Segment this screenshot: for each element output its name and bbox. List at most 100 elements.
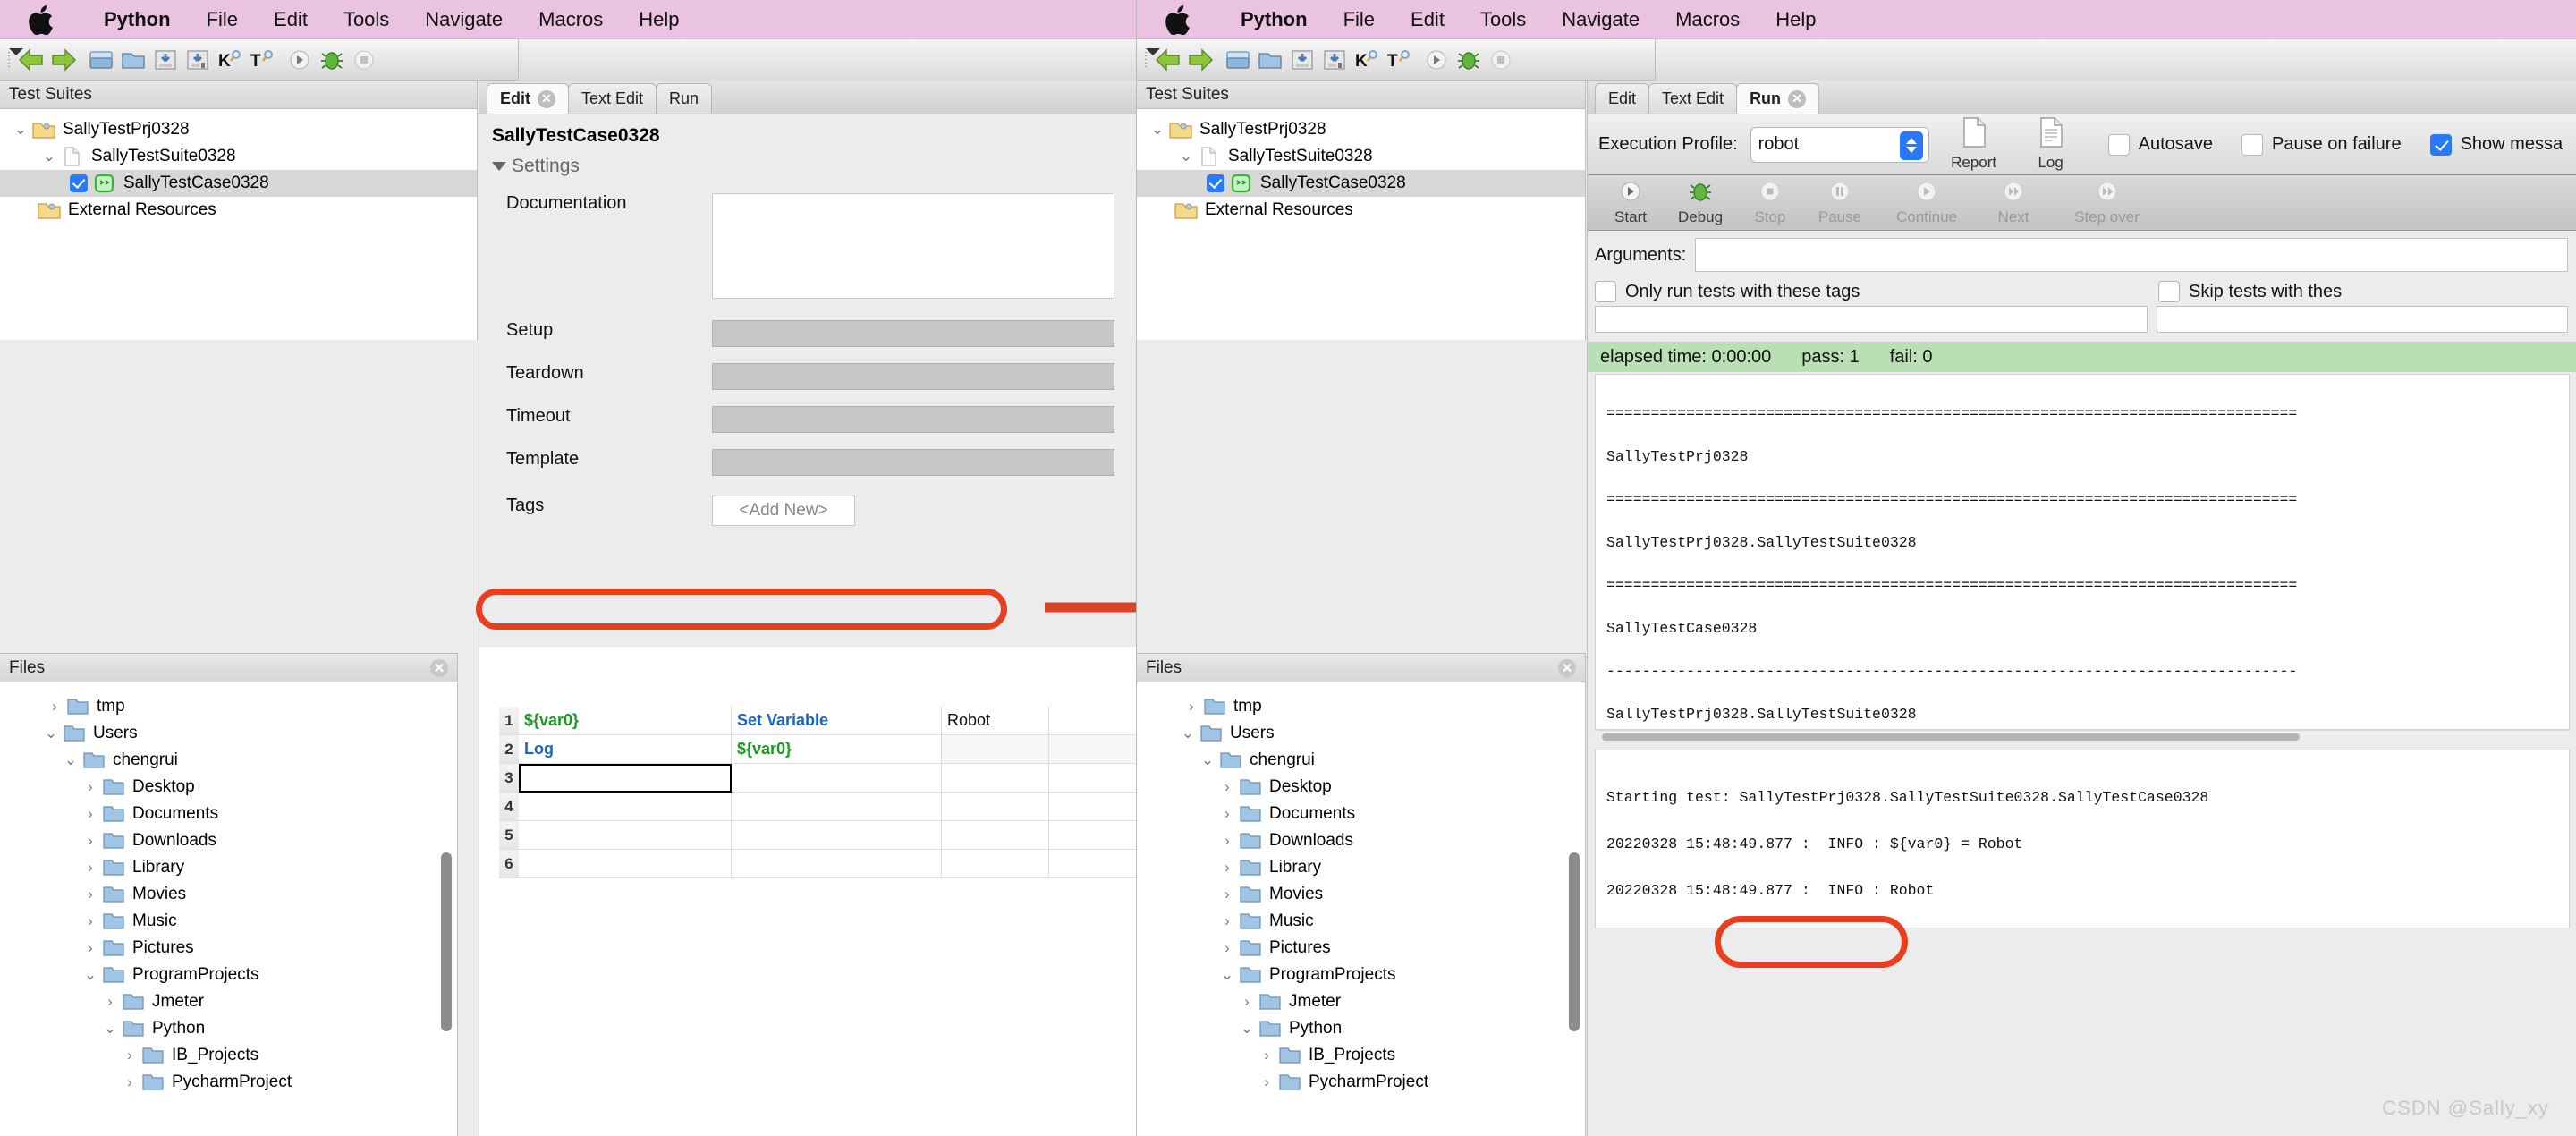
files-node-movies[interactable]: › Movies	[1137, 881, 1585, 908]
menu-item-macros[interactable]: Macros	[521, 0, 621, 39]
menu-item-tools[interactable]: Tools	[1462, 0, 1544, 39]
files-node-music[interactable]: › Music	[0, 908, 457, 935]
grid-cell[interactable]	[519, 850, 732, 878]
console-output[interactable]: ========================================…	[1595, 374, 2570, 730]
chevron-right-icon[interactable]: ›	[79, 886, 102, 903]
toolbar-grip[interactable]	[1142, 47, 1160, 73]
menu-item-help[interactable]: Help	[1758, 0, 1834, 39]
grid-cell[interactable]	[1049, 793, 1136, 821]
menu-item-file[interactable]: File	[1326, 0, 1393, 39]
chevron-right-icon[interactable]: ›	[1216, 778, 1239, 796]
menu-item-python[interactable]: Python	[86, 0, 189, 39]
files-node-pycharmproject[interactable]: › PycharmProject	[0, 1069, 457, 1096]
tab-edit[interactable]: Edit	[1595, 83, 1650, 114]
grid-cell[interactable]	[1049, 764, 1136, 793]
template-input[interactable]	[712, 449, 1114, 476]
start-button[interactable]: Start	[1598, 180, 1663, 226]
chevron-right-icon[interactable]: ›	[98, 993, 122, 1011]
files-node-library[interactable]: › Library	[1137, 854, 1585, 881]
grid-cell[interactable]	[732, 764, 942, 793]
tree-node-suite[interactable]: ⌄ SallyTestSuite0328	[0, 143, 477, 170]
menu-item-help[interactable]: Help	[621, 0, 697, 39]
search-test-icon[interactable]: T	[1384, 45, 1414, 75]
chevron-down-icon[interactable]: ⌄	[59, 751, 82, 769]
menu-item-navigate[interactable]: Navigate	[1544, 0, 1657, 39]
grid-cell[interactable]: Set Variable	[732, 707, 942, 735]
files-node-jmeter[interactable]: › Jmeter	[1137, 988, 1585, 1015]
menu-item-python[interactable]: Python	[1223, 0, 1326, 39]
menu-item-file[interactable]: File	[189, 0, 256, 39]
files-node-jmeter[interactable]: › Jmeter	[0, 988, 457, 1015]
debug-bug-icon[interactable]	[317, 45, 347, 75]
table-row[interactable]: 1 ${var0} Set Variable Robot	[499, 707, 1136, 735]
run-icon[interactable]	[1421, 45, 1452, 75]
open-folder-icon[interactable]	[1223, 45, 1253, 75]
chevron-right-icon[interactable]: ›	[43, 698, 66, 716]
setup-input[interactable]	[712, 320, 1114, 347]
tab-run[interactable]: Run	[656, 83, 713, 114]
execution-profile-select[interactable]: robot	[1750, 126, 1929, 163]
testcase-checkbox[interactable]	[1207, 174, 1224, 192]
arguments-input[interactable]	[1695, 238, 2568, 272]
tab-text-edit[interactable]: Text Edit	[1648, 83, 1738, 114]
grid-cell[interactable]: Log	[519, 735, 732, 764]
save-icon[interactable]	[150, 45, 181, 75]
files-node-movies[interactable]: › Movies	[0, 881, 457, 908]
grid-cell[interactable]	[519, 793, 732, 821]
chevron-down-icon[interactable]: ⌄	[1235, 1020, 1258, 1038]
apple-logo-icon[interactable]	[27, 4, 54, 35]
only-run-tags-row[interactable]: Only run tests with these tags	[1595, 281, 2158, 302]
log-messages[interactable]: Starting test: SallyTestPrj0328.SallyTes…	[1595, 750, 2570, 928]
files-node-tmp[interactable]: › tmp	[1137, 693, 1585, 720]
table-row[interactable]: 3	[499, 764, 1136, 793]
chevron-right-icon[interactable]: ›	[1216, 939, 1239, 957]
chevron-down-icon[interactable]: ⌄	[98, 1020, 122, 1038]
forward-arrow-icon[interactable]	[48, 45, 79, 75]
menu-item-navigate[interactable]: Navigate	[407, 0, 521, 39]
grid-cell[interactable]	[1049, 850, 1136, 878]
toolbar-overflow-caret-icon[interactable]	[1146, 47, 1160, 55]
open-directory-icon[interactable]	[1255, 45, 1285, 75]
save-icon[interactable]	[1287, 45, 1318, 75]
log-button[interactable]: Log	[2019, 117, 2083, 172]
chevron-down-icon[interactable]: ⌄	[1216, 966, 1239, 984]
files-node-desktop[interactable]: › Desktop	[1137, 774, 1585, 801]
table-row[interactable]: 2 Log ${var0}	[499, 735, 1136, 764]
timeout-input[interactable]	[712, 406, 1114, 433]
chevron-right-icon[interactable]: ›	[1216, 832, 1239, 850]
files-node-pictures[interactable]: › Pictures	[1137, 935, 1585, 962]
chevron-right-icon[interactable]: ›	[79, 939, 102, 957]
close-icon[interactable]: ✕	[430, 659, 448, 677]
grid-cell[interactable]	[942, 821, 1049, 850]
files-node-documents[interactable]: › Documents	[0, 801, 457, 827]
triangle-down-icon[interactable]	[492, 162, 506, 171]
chevron-down-icon[interactable]: ⌄	[38, 148, 61, 165]
debug-bug-icon[interactable]	[1453, 45, 1484, 75]
chevron-right-icon[interactable]: ›	[1255, 1073, 1278, 1091]
menu-item-macros[interactable]: Macros	[1657, 0, 1758, 39]
files-scrollbar-left[interactable]	[441, 852, 452, 1031]
chevron-right-icon[interactable]: ›	[79, 805, 102, 823]
tree-node-external-resources[interactable]: External Resources	[0, 197, 477, 224]
documentation-input[interactable]	[712, 193, 1114, 299]
grid-cell[interactable]	[732, 850, 942, 878]
grid-cell[interactable]: ${var0}	[732, 735, 942, 764]
files-node-desktop[interactable]: › Desktop	[0, 774, 457, 801]
files-node-pycharmproject[interactable]: › PycharmProject	[1137, 1069, 1585, 1096]
files-node-ib-projects[interactable]: › IB_Projects	[1137, 1042, 1585, 1069]
tree-node-suite[interactable]: ⌄ SallyTestSuite0328	[1137, 143, 1585, 170]
run-icon[interactable]	[284, 45, 315, 75]
files-node-users[interactable]: ⌄ Users	[1137, 720, 1585, 747]
files-node-python[interactable]: ⌄ Python	[0, 1015, 457, 1042]
menu-item-edit[interactable]: Edit	[1393, 0, 1462, 39]
grid-cell[interactable]	[942, 793, 1049, 821]
chevron-right-icon[interactable]: ›	[1255, 1047, 1278, 1064]
chevron-right-icon[interactable]: ›	[79, 859, 102, 877]
files-node-users[interactable]: ⌄ Users	[0, 720, 457, 747]
stop-icon[interactable]	[349, 45, 379, 75]
grid-cell[interactable]	[942, 850, 1049, 878]
files-node-pictures[interactable]: › Pictures	[0, 935, 457, 962]
files-node-downloads[interactable]: › Downloads	[1137, 827, 1585, 854]
report-button[interactable]: Report	[1942, 117, 2006, 172]
tab-run[interactable]: Run ✕	[1736, 83, 1820, 114]
